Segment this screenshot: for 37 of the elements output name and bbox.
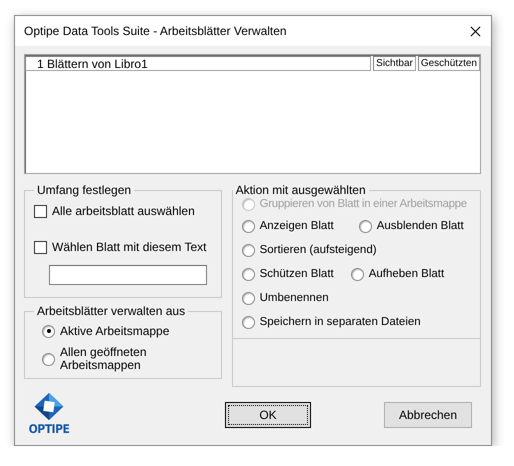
checkbox-label[interactable]: Alle arbeitsblatt auswählen: [52, 204, 195, 218]
logo-text: OPTIPE: [28, 422, 70, 436]
radio-button[interactable]: [242, 292, 255, 304]
text-field[interactable]: [49, 265, 207, 285]
option-label[interactable]: Aktive Arbeitsmappe: [60, 324, 170, 338]
column-header[interactable]: Geschützten: [418, 56, 480, 71]
ok-button[interactable]: OK: [225, 402, 311, 428]
radio-button[interactable]: [242, 220, 255, 232]
column-header[interactable]: 1 Blättern von Libro1: [25, 56, 372, 71]
sheet-list[interactable]: 1 Blättern von Libro1 Sichtbar Geschützten: [24, 54, 481, 174]
radio-button[interactable]: [42, 352, 55, 366]
radio-button[interactable]: [350, 268, 364, 280]
group-title: Umfang festlegen: [36, 183, 132, 197]
close-icon[interactable]: [470, 26, 481, 36]
window-title: Optipe Data Tools Suite - Arbeitsblätter Verwalten: [24, 24, 287, 38]
checkbox[interactable]: [34, 204, 47, 218]
option-label[interactable]: Speichern in separaten Dateien: [260, 316, 421, 328]
radio-button[interactable]: [242, 268, 255, 280]
radio-button[interactable]: [242, 316, 255, 328]
option-label: Gruppieren von Blatt in einer Arbeitsmappe: [260, 198, 467, 210]
checkbox[interactable]: [34, 240, 47, 254]
checkbox-label[interactable]: Wählen Blatt mit diesem Text: [52, 240, 207, 254]
option-label[interactable]: Sortieren (aufsteigend): [260, 244, 377, 256]
diamond-logo-icon: [32, 392, 66, 421]
column-header[interactable]: Sichtbar: [373, 56, 416, 71]
option-label[interactable]: Allen geöffneten Arbeitsmappen: [60, 346, 170, 372]
radio-button[interactable]: [358, 220, 372, 232]
option-label[interactable]: Aufheben Blatt: [368, 268, 444, 280]
group-title: Aktion mit ausgewählten: [234, 183, 367, 197]
option-label[interactable]: Anzeigen Blatt: [260, 220, 334, 232]
radio-button[interactable]: [242, 244, 255, 256]
option-label[interactable]: Ausblenden Blatt: [376, 220, 464, 232]
cancel-button[interactable]: Abbrechen: [384, 402, 472, 428]
radio-button[interactable]: [42, 324, 55, 338]
option-label[interactable]: Schützen Blatt: [260, 268, 334, 280]
option-label[interactable]: Umbenennen: [260, 292, 329, 304]
group-title: Arbeitsblätter verwalten aus: [36, 304, 186, 318]
